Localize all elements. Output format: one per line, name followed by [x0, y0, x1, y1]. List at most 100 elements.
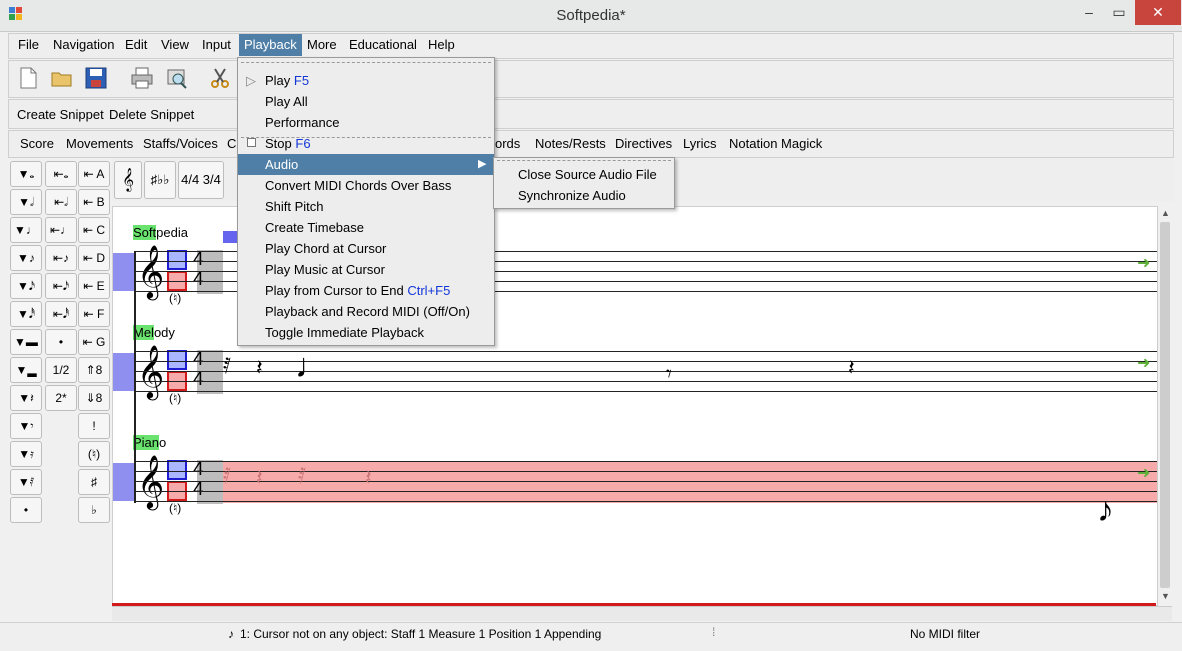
menu-item-toggle-immediate[interactable]: Toggle Immediate Playback	[238, 322, 494, 343]
arrow-right-icon[interactable]: ➜	[1137, 353, 1150, 373]
new-file-icon[interactable]	[15, 65, 41, 91]
tab-staffs-voices[interactable]: Staffs/Voices	[143, 131, 218, 157]
palette-button[interactable]: ⇤𝅘𝅥𝅰	[45, 301, 77, 327]
palette-button[interactable]: !	[78, 413, 110, 439]
menu-input[interactable]: Input	[197, 34, 236, 56]
rest-icon[interactable]: 𝄽	[848, 355, 855, 381]
keysig-button[interactable]: ♯♭♭	[144, 161, 176, 199]
menu-item-performance[interactable]: Performance	[238, 112, 494, 133]
tab-score[interactable]: Score	[20, 131, 54, 157]
menu-edit[interactable]: Edit	[120, 34, 152, 56]
create-snippet-button[interactable]: Create Snippet	[17, 107, 104, 122]
palette-button[interactable]: 1/2	[45, 357, 77, 383]
palette-button[interactable]: ⇤ F	[78, 301, 110, 327]
tab-directives[interactable]: Directives	[615, 131, 672, 157]
palette-button[interactable]: ▼𝅗𝅥	[10, 189, 42, 215]
menu-item-play[interactable]: ▷ Play F5	[238, 70, 494, 91]
palette-button[interactable]: ⇤ C	[78, 217, 110, 243]
menu-help[interactable]: Help	[423, 34, 460, 56]
note-icon[interactable]: ♩	[295, 347, 329, 386]
palette-button[interactable]: ▼♩	[10, 217, 42, 243]
menu-item-play-music[interactable]: Play Music at Cursor	[238, 259, 494, 280]
palette-button[interactable]: ▼𝅘𝅥𝅯	[10, 273, 42, 299]
menu-item-play-chord[interactable]: Play Chord at Cursor	[238, 238, 494, 259]
palette-button[interactable]: ⇤ B	[78, 189, 110, 215]
palette-button[interactable]: ▼♪	[10, 245, 42, 271]
palette-button[interactable]: ⇤𝅝	[45, 161, 77, 187]
palette-button[interactable]: ⇤♩	[45, 217, 77, 243]
palette-button[interactable]: ⇤ D	[78, 245, 110, 271]
tab-notes-rests[interactable]: Notes/Rests	[535, 131, 606, 157]
close-icon[interactable]: ✕	[1135, 0, 1181, 25]
palette-button[interactable]: ♭	[78, 497, 110, 523]
horizontal-scrollbar[interactable]	[112, 606, 1172, 621]
menu-item-synchronize-audio[interactable]: Synchronize Audio	[494, 185, 674, 206]
rest-icon[interactable]: 𝄽	[256, 355, 263, 381]
menu-navigation[interactable]: Navigation	[48, 34, 119, 56]
staff-marker[interactable]	[113, 353, 135, 391]
palette-button[interactable]: ▼▂	[10, 357, 42, 383]
timesig-button[interactable]: 4/4 3/4	[178, 161, 224, 199]
menu-educational[interactable]: Educational	[344, 34, 422, 56]
menu-playback[interactable]: Playback	[239, 34, 302, 56]
palette-button[interactable]: ▼𝄾	[10, 413, 42, 439]
delete-snippet-button[interactable]: Delete Snippet	[109, 107, 194, 122]
palette-button[interactable]: ▼𝅀	[10, 469, 42, 495]
menu-item-record-midi[interactable]: Playback and Record MIDI (Off/On)	[238, 301, 494, 322]
palette-button[interactable]: ⇓8	[78, 385, 110, 411]
palette-button[interactable]: (♮)	[78, 441, 110, 467]
palette-button[interactable]: ♯	[78, 469, 110, 495]
minimize-icon[interactable]: ‒	[1074, 0, 1104, 25]
palette-button[interactable]: 2*	[45, 385, 77, 411]
palette-button[interactable]: ▼𝅝	[10, 161, 42, 187]
palette-button[interactable]: ▼▬	[10, 329, 42, 355]
rest-icon[interactable]: 𝅀	[223, 463, 231, 489]
rest-icon[interactable]: 𝅀	[223, 353, 231, 379]
menu-item-close-source-audio[interactable]: Close Source Audio File	[494, 164, 674, 185]
scroll-down-icon[interactable]: ▼	[1161, 591, 1170, 601]
palette-button[interactable]: ▼𝅘𝅥𝅰	[10, 301, 42, 327]
palette-button[interactable]: ⇤ E	[78, 273, 110, 299]
menu-item-play-from-cursor[interactable]: Play from Cursor to End Ctrl+F5	[238, 280, 494, 301]
tab-c[interactable]: C	[227, 131, 236, 157]
menu-more[interactable]: More	[302, 34, 342, 56]
staff-marker[interactable]	[113, 253, 135, 291]
menu-item-stop[interactable]: Stop F6	[238, 133, 494, 154]
scroll-thumb[interactable]	[1160, 222, 1170, 588]
palette-button[interactable]: ⇑8	[78, 357, 110, 383]
scroll-up-icon[interactable]: ▲	[1161, 208, 1170, 218]
maximize-icon[interactable]: ▭	[1104, 0, 1134, 25]
menu-file[interactable]: File	[13, 34, 44, 56]
palette-button[interactable]: ▼𝄽	[10, 385, 42, 411]
vertical-scrollbar[interactable]: ▲ ▼	[1157, 206, 1173, 604]
staff-marker[interactable]	[113, 463, 135, 501]
palette-button[interactable]: ⇤♪	[45, 245, 77, 271]
palette-button[interactable]: ⇤ A	[78, 161, 110, 187]
tab-lyrics[interactable]: Lyrics	[683, 131, 716, 157]
print-preview-icon[interactable]	[163, 65, 189, 91]
palette-button[interactable]: ▼𝄿	[10, 441, 42, 467]
palette-button[interactable]: ⇤𝅘𝅥𝅯	[45, 273, 77, 299]
arrow-right-icon[interactable]: ➜	[1137, 253, 1150, 273]
menu-item-play-all[interactable]: Play All	[238, 91, 494, 112]
palette-button[interactable]: ⇤𝅗𝅥	[45, 189, 77, 215]
cut-icon[interactable]	[207, 65, 233, 91]
save-icon[interactable]	[83, 65, 109, 91]
note-icon[interactable]: ♪	[1097, 491, 1114, 530]
rest-icon[interactable]: 𝄽	[256, 465, 263, 491]
print-icon[interactable]	[129, 65, 155, 91]
rest-icon[interactable]: 𝄾	[666, 361, 672, 387]
clef-button[interactable]: 𝄞	[114, 161, 142, 199]
open-folder-icon[interactable]	[49, 65, 75, 91]
palette-button[interactable]: ⇤ G	[78, 329, 110, 355]
tab-chords[interactable]: ords	[495, 131, 520, 157]
menu-item-create-timebase[interactable]: Create Timebase	[238, 217, 494, 238]
menu-item-audio[interactable]: Audio ▶	[238, 154, 494, 175]
menu-item-convert-midi[interactable]: Convert MIDI Chords Over Bass	[238, 175, 494, 196]
rest-icon[interactable]: 𝄽	[365, 465, 372, 491]
rest-icon[interactable]: 𝅀	[298, 463, 306, 489]
arrow-right-icon[interactable]: ➜	[1137, 463, 1150, 483]
palette-button[interactable]: •	[45, 329, 77, 355]
tab-movements[interactable]: Movements	[66, 131, 133, 157]
palette-button[interactable]: •	[10, 497, 42, 523]
